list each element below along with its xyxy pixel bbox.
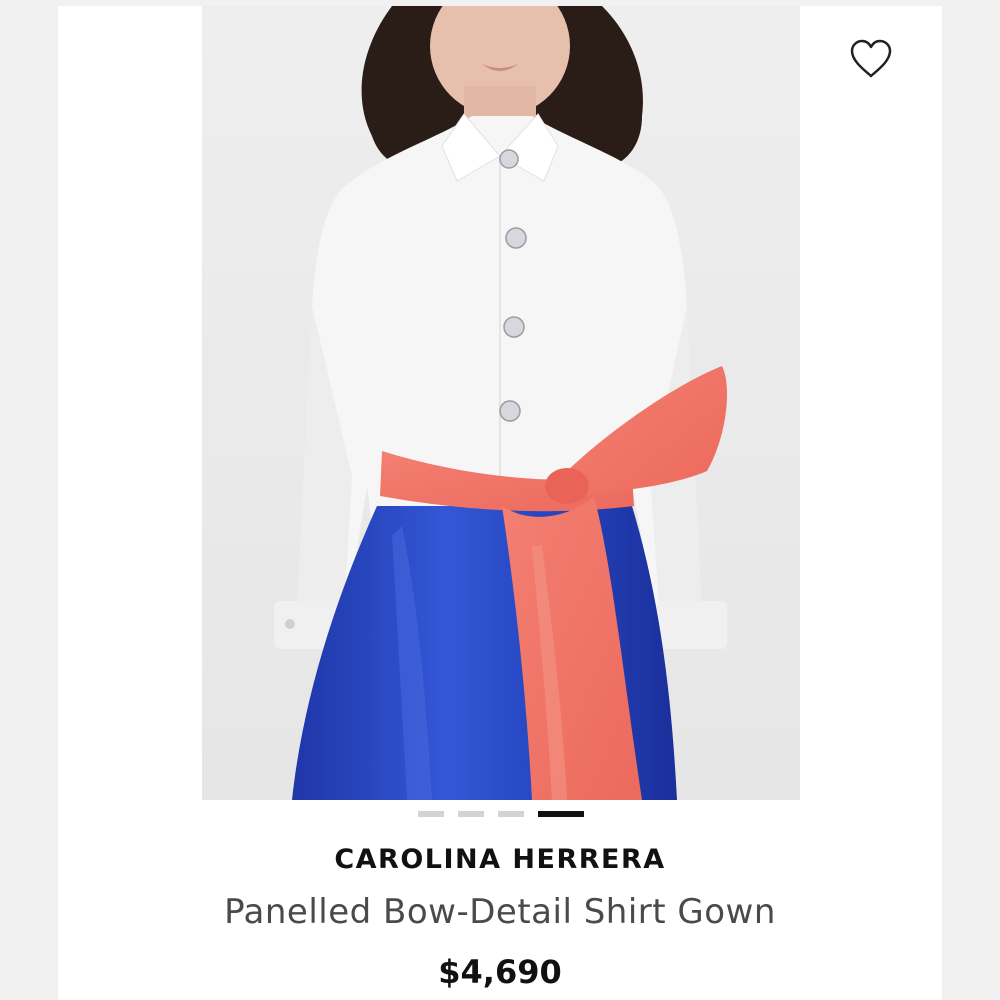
pagination-dot-1[interactable] xyxy=(418,811,444,817)
pagination-dot-2[interactable] xyxy=(458,811,484,817)
image-pagination xyxy=(418,809,584,819)
pagination-dot-4-active[interactable] xyxy=(538,811,584,817)
product-title[interactable]: Panelled Bow-Detail Shirt Gown xyxy=(0,892,1000,932)
wishlist-heart-icon[interactable] xyxy=(848,38,894,80)
product-image[interactable] xyxy=(202,6,800,800)
product-price: $4,690 xyxy=(438,953,562,991)
product-brand[interactable]: CAROLINA HERRERA xyxy=(0,844,1000,875)
pagination-dot-3[interactable] xyxy=(498,811,524,817)
